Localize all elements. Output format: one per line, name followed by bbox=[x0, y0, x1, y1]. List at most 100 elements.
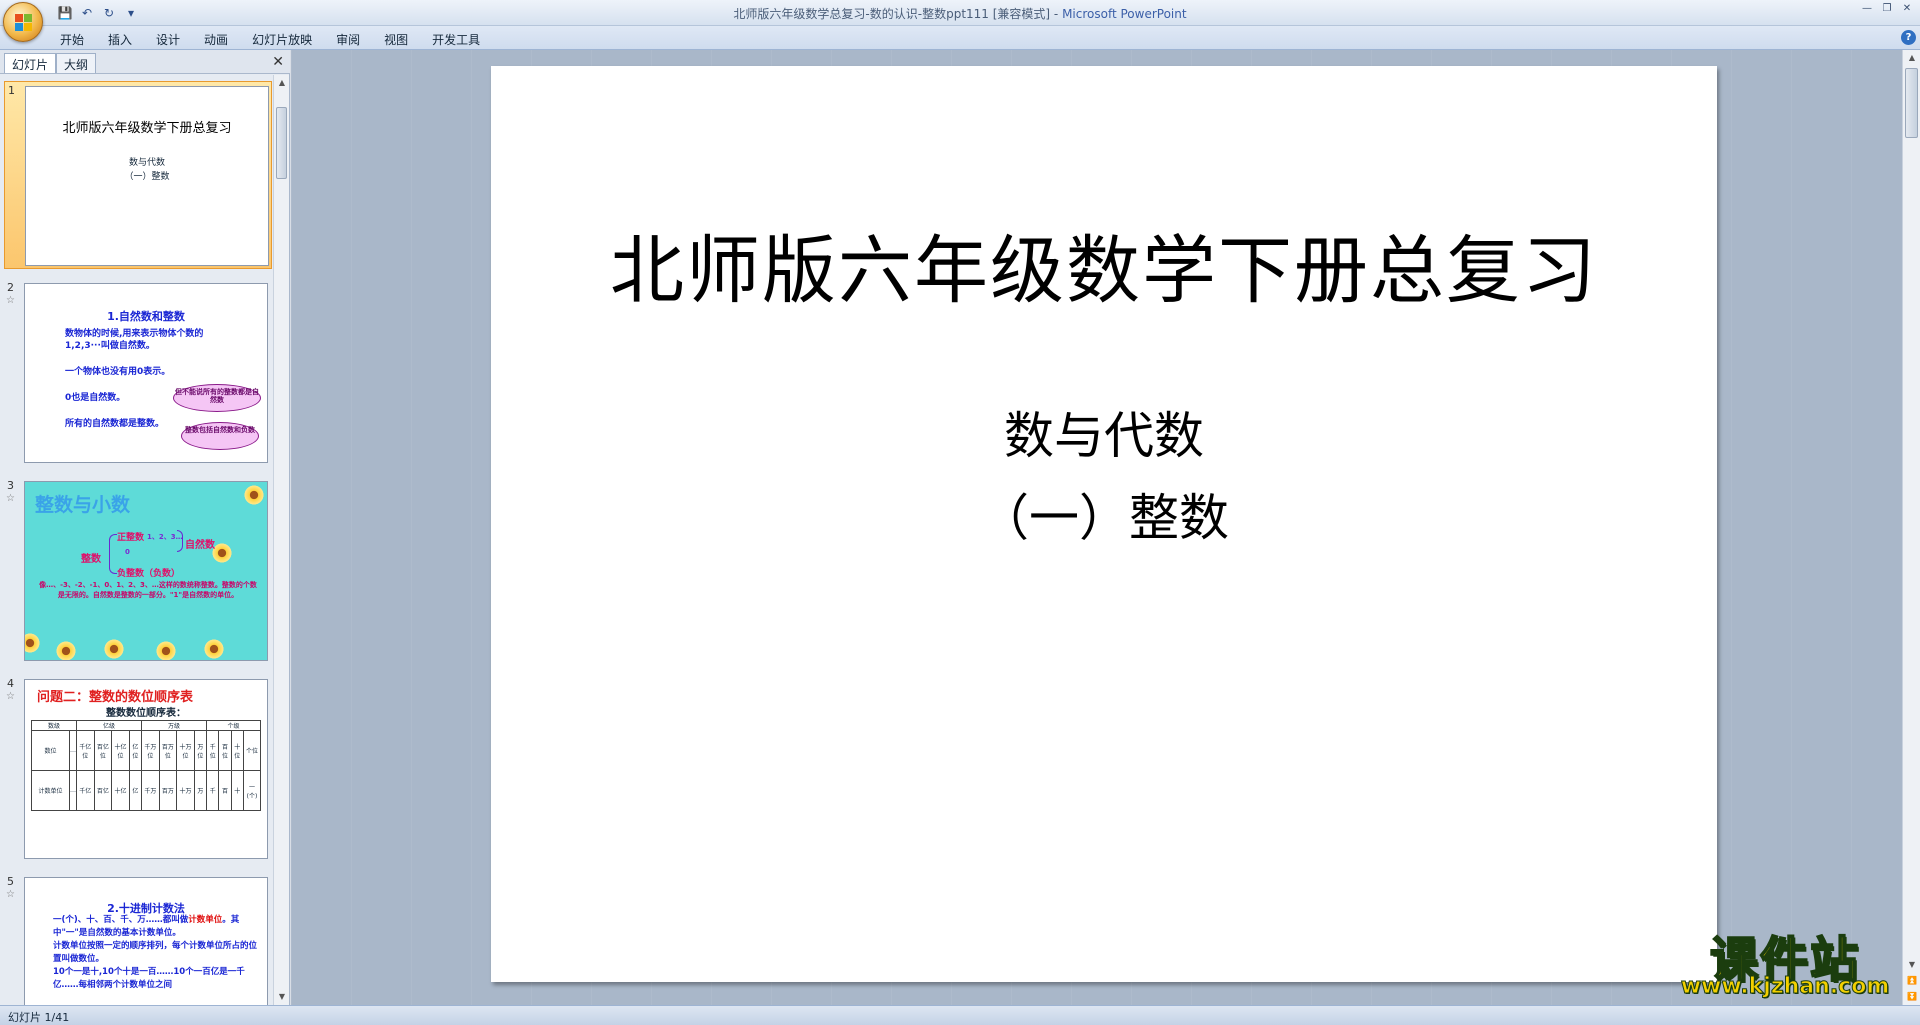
thumbnail-slide-4[interactable]: 4 ☆ 问题二：整数的数位顺序表 整数数位顺序表： 数级 亿级 万级 个级 数位… bbox=[4, 675, 272, 863]
editor-scrollbar[interactable]: ▲ ▼ ⏫ ⏬ bbox=[1902, 50, 1920, 1005]
thumb-text: 0也是自然数。 bbox=[65, 393, 126, 403]
scroll-up-icon[interactable]: ▲ bbox=[274, 75, 290, 91]
pane-tabs: 幻灯片 大纲 ✕ bbox=[0, 50, 290, 74]
table-cell: 十亿位 bbox=[111, 730, 130, 771]
slide-subtitle[interactable]: （一）整数 bbox=[491, 478, 1717, 550]
table-cell: 数位 bbox=[31, 730, 70, 771]
app-name: Microsoft PowerPoint bbox=[1062, 7, 1187, 21]
tab-design[interactable]: 设计 bbox=[144, 29, 192, 50]
table-cell: 计数单位 bbox=[31, 770, 70, 811]
animation-star-icon: ☆ bbox=[6, 493, 15, 504]
thumb-text-span: 计数单位按照一定的顺序排列，每个计数单位所占的位置叫做数位。 bbox=[53, 941, 258, 964]
table-cell: 个级 bbox=[206, 720, 261, 731]
table-cell: 十 bbox=[230, 770, 244, 811]
table-cell: 亿位 bbox=[128, 730, 143, 771]
slide-number: 2 bbox=[7, 281, 14, 294]
table-cell: 百万位 bbox=[158, 730, 178, 771]
table-cell: 百亿 bbox=[93, 770, 113, 811]
tab-review[interactable]: 审阅 bbox=[324, 29, 372, 50]
table-cell: 十亿 bbox=[111, 770, 130, 811]
slide-subtitle[interactable]: 数与代数 bbox=[491, 396, 1717, 468]
table-cell: 十万 bbox=[176, 770, 195, 811]
tab-slides[interactable]: 幻灯片 bbox=[4, 53, 57, 73]
flower-decoration bbox=[103, 638, 125, 660]
minimize-button[interactable]: — bbox=[1858, 2, 1876, 16]
thumbnail-slide-3[interactable]: 3 ☆ 整数与小数 整数 正整数 1、2、3… 0 自然数 负整数（负数） 像…… bbox=[4, 477, 272, 665]
thumbnail-slide-1[interactable]: 1 北师版六年级数学下册总复习 数与代数 （一）整数 bbox=[4, 81, 272, 269]
help-icon[interactable]: ? bbox=[1901, 30, 1916, 45]
table-cell: 亿 bbox=[128, 770, 143, 811]
slide-thumbnails: 1 北师版六年级数学下册总复习 数与代数 （一）整数 2 ☆ 1.自然数和整数 … bbox=[0, 75, 272, 1005]
slide-number: 4 bbox=[7, 677, 14, 690]
previous-slide-icon[interactable]: ⏫ bbox=[1903, 973, 1920, 989]
slide-number: 3 bbox=[7, 479, 14, 492]
thumbnail-canvas: 北师版六年级数学下册总复习 数与代数 （一）整数 bbox=[25, 86, 269, 266]
table-cell: 十位 bbox=[230, 730, 244, 771]
place-value-table: 数级 亿级 万级 个级 数位 … 千亿位 百亿位 十亿位 亿位 千万位 百万位 bbox=[31, 720, 262, 811]
scroll-down-icon[interactable]: ▼ bbox=[274, 989, 290, 1005]
thumb-text-span: 计数单位 bbox=[188, 915, 223, 925]
thumbnail-canvas: 2.十进制计数法 一(个)、十、百、千、万……都叫做计数单位。其中"一"是自然数… bbox=[24, 877, 268, 1005]
title-bar: 💾 ↶ ↻ ▾ 北师版六年级数学总复习-数的认识-整数ppt111 [兼容模式]… bbox=[0, 0, 1920, 26]
restore-button[interactable]: ❐ bbox=[1878, 2, 1896, 16]
scroll-up-icon[interactable]: ▲ bbox=[1903, 50, 1920, 66]
slides-pane: 幻灯片 大纲 ✕ 1 北师版六年级数学下册总复习 数与代数 （一）整数 2 ☆ … bbox=[0, 50, 290, 1005]
table-cell: 千万 bbox=[141, 770, 160, 811]
next-slide-icon[interactable]: ⏬ bbox=[1903, 989, 1920, 1005]
scrollbar-thumb[interactable] bbox=[1905, 68, 1918, 138]
thumb-subtitle: （一）整数 bbox=[124, 172, 170, 182]
thumb-text-span: 10个一是十,10个十是一百……10个一百亿是一千亿……每相邻两个计数单位之间 bbox=[53, 967, 245, 990]
thumbnails-scrollbar[interactable]: ▲ ▼ bbox=[273, 75, 289, 1005]
thumbnail-canvas: 整数与小数 整数 正整数 1、2、3… 0 自然数 负整数（负数） 像…、-3、… bbox=[24, 481, 268, 661]
thumb-text: 一(个)、十、百、千、万……都叫做计数单位。其中"一"是自然数的基本计数单位。 … bbox=[53, 914, 257, 992]
table-row: 数位 … 千亿位 百亿位 十亿位 亿位 千万位 百万位 十万位 万位 千位 百位… bbox=[31, 730, 262, 771]
site-watermark: 课件站 www.kjzhan.com bbox=[1670, 920, 1900, 1000]
flower-decoration bbox=[243, 484, 265, 506]
thumbnail-canvas: 1.自然数和整数 数物体的时候,用来表示物体个数的 1,2,3···叫做自然数。… bbox=[24, 283, 268, 463]
table-cell: 万级 bbox=[141, 720, 208, 731]
flower-decoration bbox=[155, 640, 177, 660]
thumb-title: 问题二：整数的数位顺序表 bbox=[37, 690, 194, 705]
current-slide[interactable]: 北师版六年级数学下册总复习 数与代数 （一）整数 bbox=[491, 66, 1717, 982]
window-controls: — ❐ ✕ bbox=[1858, 2, 1916, 16]
watermark-url: www.kjzhan.com bbox=[1680, 974, 1890, 1000]
slide-editor: 北师版六年级数学下册总复习 数与代数 （一）整数 bbox=[291, 50, 1902, 1005]
thumb-text: 自然数 bbox=[185, 540, 215, 551]
thumb-text: 一个物体也没有用0表示。 bbox=[65, 367, 171, 377]
table-cell: … bbox=[69, 770, 77, 811]
animation-star-icon: ☆ bbox=[6, 691, 15, 702]
table-cell: 亿级 bbox=[75, 720, 143, 731]
scrollbar-thumb[interactable] bbox=[276, 107, 287, 179]
document-title: 北师版六年级数学总复习-数的认识-整数ppt111 [兼容模式] - bbox=[733, 7, 1063, 21]
thumb-text: 0 bbox=[125, 548, 130, 556]
tab-view[interactable]: 视图 bbox=[372, 29, 420, 50]
tab-insert[interactable]: 插入 bbox=[96, 29, 144, 50]
table-cell: 十万位 bbox=[176, 730, 195, 771]
table-cell: 数级 bbox=[31, 720, 77, 731]
table-cell: … bbox=[69, 730, 77, 771]
brace-shape bbox=[177, 530, 183, 552]
thumbnail-slide-2[interactable]: 2 ☆ 1.自然数和整数 数物体的时候,用来表示物体个数的 1,2,3···叫做… bbox=[4, 279, 272, 467]
table-row: 计数单位 … 千亿 百亿 十亿 亿 千万 百万 十万 万 千 百 十 一(个) bbox=[31, 770, 262, 811]
office-button[interactable] bbox=[3, 2, 43, 42]
table-cell: 千 bbox=[206, 770, 220, 811]
table-cell: 百 bbox=[218, 770, 232, 811]
close-pane-icon[interactable]: ✕ bbox=[272, 54, 284, 70]
slide-title[interactable]: 北师版六年级数学下册总复习 bbox=[491, 211, 1717, 318]
tab-outline[interactable]: 大纲 bbox=[56, 53, 97, 73]
thumbnail-slide-5[interactable]: 5 ☆ 2.十进制计数法 一(个)、十、百、千、万……都叫做计数单位。其中"一"… bbox=[4, 873, 272, 1005]
animation-star-icon: ☆ bbox=[6, 889, 15, 900]
table-cell: 千位 bbox=[206, 730, 220, 771]
callout-bubble: 但不能说所有的整数都是自然数 bbox=[173, 384, 261, 412]
tab-animations[interactable]: 动画 bbox=[192, 29, 240, 50]
close-button[interactable]: ✕ bbox=[1898, 2, 1916, 16]
tab-home[interactable]: 开始 bbox=[48, 29, 96, 50]
tab-developer[interactable]: 开发工具 bbox=[420, 29, 492, 50]
thumb-text: 1,2,3···叫做自然数。 bbox=[65, 341, 155, 351]
table-cell: 万位 bbox=[193, 730, 208, 771]
scroll-down-icon[interactable]: ▼ bbox=[1903, 957, 1920, 973]
scroll-bottom-buttons: ▼ ⏫ ⏬ bbox=[1903, 957, 1920, 1005]
thumb-text-span: 一(个)、十、百、千、万……都叫做 bbox=[53, 915, 189, 925]
tab-slideshow[interactable]: 幻灯片放映 bbox=[240, 29, 324, 50]
slide-number: 5 bbox=[7, 875, 14, 888]
